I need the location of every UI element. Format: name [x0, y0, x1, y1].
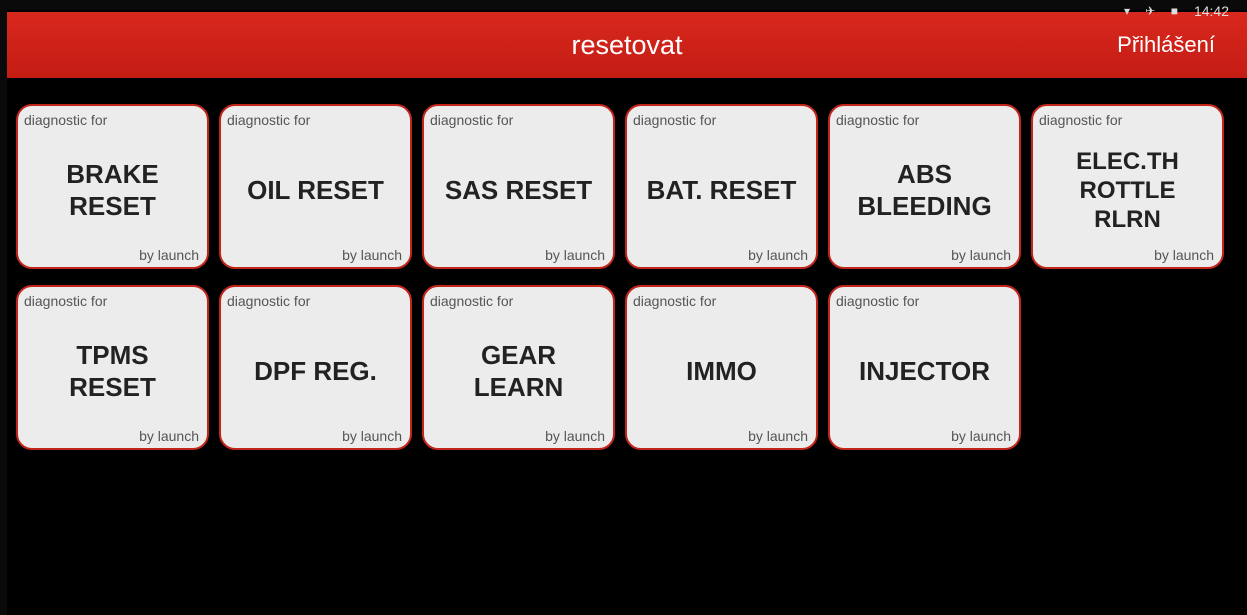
page-title: resetovat — [571, 29, 683, 60]
tile-dpf-reg[interactable]: diagnostic for DPF REG. by launch — [219, 285, 412, 450]
tile-subtitle: diagnostic for — [227, 112, 311, 128]
tile-vendor: by launch — [342, 428, 402, 444]
tile-subtitle: diagnostic for — [633, 112, 717, 128]
tile-injector[interactable]: diagnostic for INJECTOR by launch — [828, 285, 1021, 450]
tile-vendor: by launch — [748, 247, 808, 263]
tile-title: SAS RESET — [444, 174, 593, 205]
tile-tpms-reset[interactable]: diagnostic for TPMS RESET by launch — [16, 285, 209, 450]
tile-title: BRAKE RESET — [66, 158, 159, 221]
device-bezel-left — [0, 0, 7, 615]
tile-sas-reset[interactable]: diagnostic for SAS RESET by launch — [422, 104, 615, 269]
tile-vendor: by launch — [545, 428, 605, 444]
tile-vendor: by launch — [139, 247, 199, 263]
reset-function-grid: diagnostic for BRAKE RESET by launch dia… — [16, 104, 1226, 450]
tile-subtitle: diagnostic for — [227, 293, 311, 309]
tile-title: BAT. RESET — [646, 174, 797, 205]
status-time: 14:42 — [1193, 3, 1229, 19]
tile-brake-reset[interactable]: diagnostic for BRAKE RESET by launch — [16, 104, 209, 269]
tile-title: IMMO — [686, 355, 757, 386]
tile-vendor: by launch — [1154, 247, 1214, 263]
tile-title: INJECTOR — [859, 355, 990, 386]
tile-oil-reset[interactable]: diagnostic for OIL RESET by launch — [219, 104, 412, 269]
tile-subtitle: diagnostic for — [430, 293, 514, 309]
tile-vendor: by launch — [748, 428, 808, 444]
tile-title: TPMS RESET — [69, 339, 156, 402]
tile-subtitle: diagnostic for — [24, 293, 108, 309]
tile-immo[interactable]: diagnostic for IMMO by launch — [625, 285, 818, 450]
tile-subtitle: diagnostic for — [1039, 112, 1123, 128]
status-bar: ▾ ✈ ■ 14:42 — [7, 0, 1247, 22]
tile-subtitle: diagnostic for — [836, 293, 920, 309]
tile-title: ABS BLEEDING — [857, 158, 992, 221]
tile-subtitle: diagnostic for — [430, 112, 514, 128]
tile-gear-learn[interactable]: diagnostic for GEAR LEARN by launch — [422, 285, 615, 450]
tile-vendor: by launch — [545, 247, 605, 263]
tile-subtitle: diagnostic for — [836, 112, 920, 128]
tile-vendor: by launch — [951, 428, 1011, 444]
tile-subtitle: diagnostic for — [24, 112, 108, 128]
tile-title: GEAR LEARN — [473, 339, 564, 402]
tile-subtitle: diagnostic for — [633, 293, 717, 309]
tile-title: OIL RESET — [247, 174, 384, 205]
tile-elec-throttle-rlrn[interactable]: diagnostic for ELEC.TH ROTTLE RLRN by la… — [1031, 104, 1224, 269]
tile-abs-bleeding[interactable]: diagnostic for ABS BLEEDING by launch — [828, 104, 1021, 269]
tile-bat-reset[interactable]: diagnostic for BAT. RESET by launch — [625, 104, 818, 269]
signal-icon: ▾ ✈ ■ — [1123, 4, 1184, 18]
tile-title: DPF REG. — [254, 355, 377, 386]
tile-vendor: by launch — [951, 247, 1011, 263]
tile-vendor: by launch — [342, 247, 402, 263]
tile-vendor: by launch — [139, 428, 199, 444]
tile-title: ELEC.TH ROTTLE RLRN — [1076, 147, 1179, 234]
login-button[interactable]: Přihlášení — [1117, 32, 1215, 58]
